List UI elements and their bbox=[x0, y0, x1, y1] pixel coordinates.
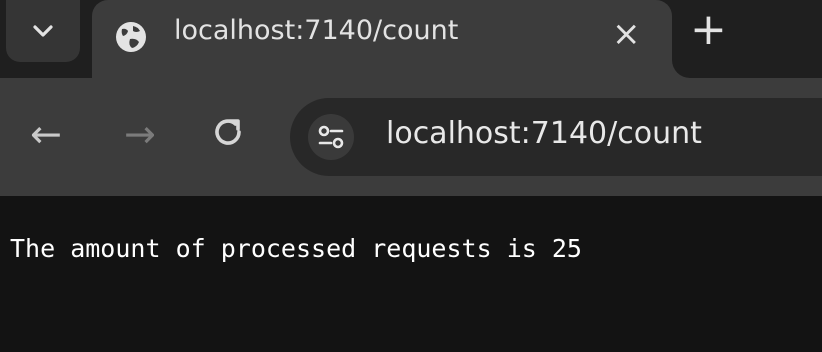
tune-icon bbox=[318, 125, 344, 149]
site-info-button[interactable] bbox=[308, 114, 354, 160]
address-bar[interactable]: localhost:7140/count bbox=[290, 98, 822, 176]
processed-requests-text: The amount of processed requests is 25 bbox=[10, 234, 582, 263]
reload-icon[interactable] bbox=[208, 112, 248, 152]
tab-title: localhost:7140/count bbox=[174, 15, 459, 46]
forward-button[interactable]: → bbox=[124, 114, 156, 154]
new-tab-button[interactable]: + bbox=[690, 8, 727, 52]
back-button[interactable]: ← bbox=[30, 114, 62, 154]
tab-close-button[interactable]: × bbox=[612, 14, 641, 54]
globe-icon bbox=[116, 22, 146, 52]
chevron-down-icon bbox=[33, 25, 53, 37]
tab-strip: localhost:7140/count × + bbox=[0, 0, 822, 78]
tab-search-button[interactable] bbox=[6, 0, 80, 62]
address-text[interactable]: localhost:7140/count bbox=[386, 116, 702, 151]
browser-toolbar: ← → localhost:7140/count bbox=[0, 78, 822, 196]
active-tab[interactable]: localhost:7140/count × bbox=[92, 0, 672, 78]
page-content: The amount of processed requests is 25 bbox=[0, 196, 822, 352]
